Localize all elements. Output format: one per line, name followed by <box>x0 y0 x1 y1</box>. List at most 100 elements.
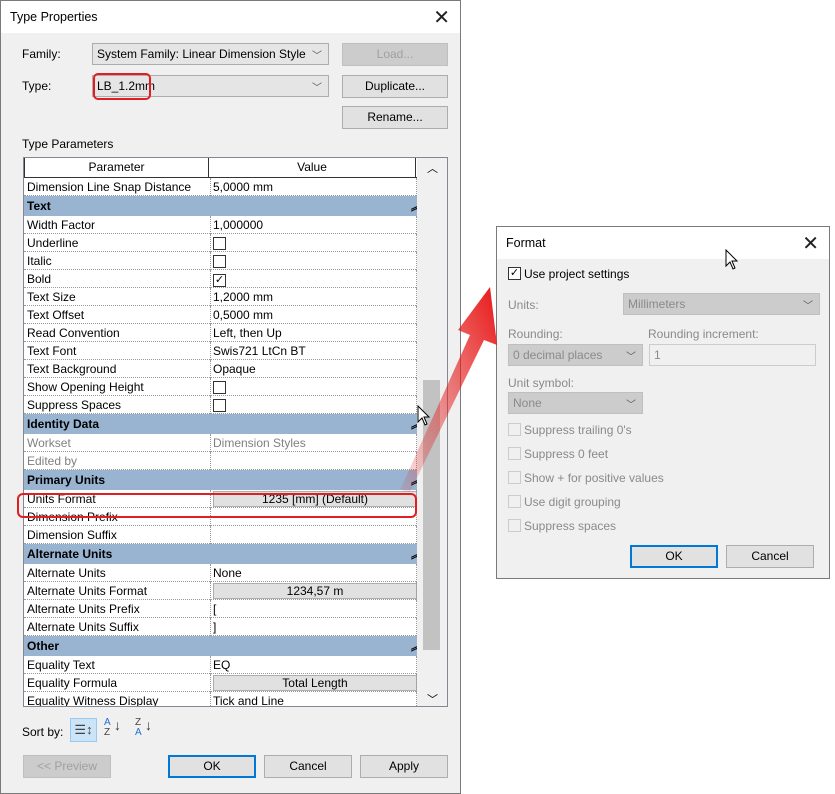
value-button[interactable]: 1234,57 m <box>213 583 417 599</box>
parameter-value[interactable]: [ <box>210 600 416 618</box>
parameter-row: Width Factor 1,000000 <box>24 216 417 234</box>
parameter-value[interactable]: 0,5000 mm <box>210 306 416 324</box>
units-dropdown[interactable]: Millimeters ﹀ <box>623 293 820 315</box>
parameter-value[interactable]: 5,0000 mm <box>210 178 416 196</box>
parameter-value[interactable]: Swis721 LtCn BT <box>210 342 416 360</box>
value-text[interactable]: 5,0000 mm <box>213 180 273 194</box>
parameter-value[interactable] <box>210 252 416 270</box>
column-header-value[interactable]: Value <box>208 158 416 178</box>
checkbox[interactable] <box>213 381 226 394</box>
sort-descending-icon[interactable]: Z A ↓ <box>135 718 152 738</box>
section-header[interactable]: Other︽ <box>24 636 428 656</box>
parameter-row: Text Size 1,2000 mm <box>24 288 417 306</box>
checkbox[interactable] <box>213 255 226 268</box>
value-text[interactable]: 0,5000 mm <box>213 308 273 322</box>
option-checkbox[interactable] <box>508 519 521 532</box>
value-text[interactable]: ] <box>213 620 216 634</box>
parameter-value[interactable] <box>210 396 416 414</box>
rename-button[interactable]: Rename... <box>342 106 448 129</box>
option-checkbox[interactable] <box>508 471 521 484</box>
value-text[interactable]: Swis721 LtCn BT <box>213 344 306 358</box>
scroll-down-icon[interactable]: ﹀ <box>427 691 438 706</box>
value-text[interactable]: Dimension Styles <box>213 436 306 450</box>
checkbox[interactable] <box>213 399 226 412</box>
unit-symbol-value: None <box>513 396 542 410</box>
parameter-value[interactable]: Tick and Line <box>210 692 416 706</box>
parameter-value[interactable]: Total Length <box>210 674 417 692</box>
parameter-value[interactable]: Dimension Styles <box>210 434 416 452</box>
preview-button[interactable]: << Preview <box>23 755 111 778</box>
scroll-up-icon[interactable]: ︿ <box>427 160 438 176</box>
use-project-settings-checkbox[interactable]: ✓ <box>508 267 521 280</box>
section-title: Other <box>27 639 60 653</box>
parameter-value[interactable] <box>210 234 416 252</box>
parameter-value[interactable]: 1,2000 mm <box>210 288 416 306</box>
parameter-value[interactable] <box>210 378 416 396</box>
option-label: Show + for positive values <box>524 471 664 485</box>
section-header[interactable]: Identity Data︽ <box>24 414 428 434</box>
parameter-row: Dimension Line Snap Distance 5,0000 mm <box>24 178 417 196</box>
use-project-settings-label: Use project settings <box>524 267 630 281</box>
parameter-row: Alternate Units None <box>24 564 417 582</box>
load-button[interactable]: Load... <box>342 43 448 66</box>
duplicate-button[interactable]: Duplicate... <box>342 75 448 98</box>
format-cancel-button[interactable]: Cancel <box>726 545 814 568</box>
value-text[interactable]: [ <box>213 602 216 616</box>
format-ok-button[interactable]: OK <box>630 545 718 568</box>
highlight-box <box>93 73 151 100</box>
column-header-parameter[interactable]: Parameter <box>24 158 209 178</box>
parameter-value[interactable] <box>210 526 416 544</box>
parameter-name: Underline <box>27 236 79 250</box>
section-title: Primary Units <box>27 473 106 487</box>
option-checkbox[interactable] <box>508 423 521 436</box>
value-text[interactable]: Tick and Line <box>213 694 284 706</box>
value-text[interactable]: 1,000000 <box>213 218 263 232</box>
cancel-button[interactable]: Cancel <box>264 755 352 778</box>
parameter-row: Show Opening Height <box>24 378 417 396</box>
value-text[interactable]: Opaque <box>213 362 256 376</box>
sort-ascending-icon[interactable]: A Z ↓ <box>104 718 121 738</box>
parameters-grid: Parameter Value = Dimension Line Snap Di… <box>23 157 448 707</box>
parameter-value[interactable]: ✓ <box>210 270 416 288</box>
section-header[interactable]: Primary Units︽ <box>24 470 428 490</box>
close-icon[interactable]: ✕ <box>433 5 450 30</box>
unit-symbol-dropdown[interactable]: None ﹀ <box>508 392 643 414</box>
ok-button[interactable]: OK <box>168 755 256 778</box>
parameter-value[interactable]: 1234,57 m <box>210 582 417 600</box>
checkbox[interactable] <box>213 237 226 250</box>
units-value: Millimeters <box>628 297 686 311</box>
close-icon[interactable]: ✕ <box>802 231 819 256</box>
sort-grouped-icon[interactable]: ☰↕ <box>70 718 97 742</box>
family-dropdown[interactable]: System Family: Linear Dimension Style ﹀ <box>92 43 329 65</box>
title-bar: Format ✕ <box>497 227 829 259</box>
value-text[interactable]: Left, then Up <box>213 326 282 340</box>
value-text[interactable]: None <box>213 566 242 580</box>
parameter-value[interactable]: EQ <box>210 656 416 674</box>
option-checkbox[interactable] <box>508 495 521 508</box>
parameter-name: Bold <box>27 272 52 286</box>
title-bar: Type Properties ✕ <box>1 1 460 33</box>
value-text[interactable]: 1,2000 mm <box>213 290 273 304</box>
parameter-value[interactable]: Left, then Up <box>210 324 416 342</box>
type-label: Type: <box>22 79 52 93</box>
parameter-row: Text Offset 0,5000 mm <box>24 306 417 324</box>
option-checkbox[interactable] <box>508 447 521 460</box>
section-header[interactable]: Alternate Units︽ <box>24 544 428 564</box>
parameter-value[interactable]: None <box>210 564 416 582</box>
rounding-dropdown[interactable]: 0 decimal places ﹀ <box>508 344 643 366</box>
rounding-increment-input[interactable]: 1 <box>649 344 816 366</box>
parameter-value[interactable] <box>210 452 416 470</box>
parameter-row: Underline <box>24 234 417 252</box>
checkbox[interactable]: ✓ <box>213 274 226 287</box>
value-text[interactable]: EQ <box>213 658 230 672</box>
parameter-value[interactable]: 1,000000 <box>210 216 416 234</box>
section-header[interactable]: Text︽ <box>24 196 428 216</box>
scrollbar[interactable]: ︿ ﹀ <box>417 158 447 706</box>
parameter-value[interactable]: Opaque <box>210 360 416 378</box>
parameter-name: Workset <box>27 436 71 450</box>
value-button[interactable]: Total Length <box>213 675 417 691</box>
parameter-row: Alternate Units Prefix [ <box>24 600 417 618</box>
parameter-row: Read Convention Left, then Up <box>24 324 417 342</box>
parameter-value[interactable]: ] <box>210 618 416 636</box>
apply-button[interactable]: Apply <box>360 755 448 778</box>
